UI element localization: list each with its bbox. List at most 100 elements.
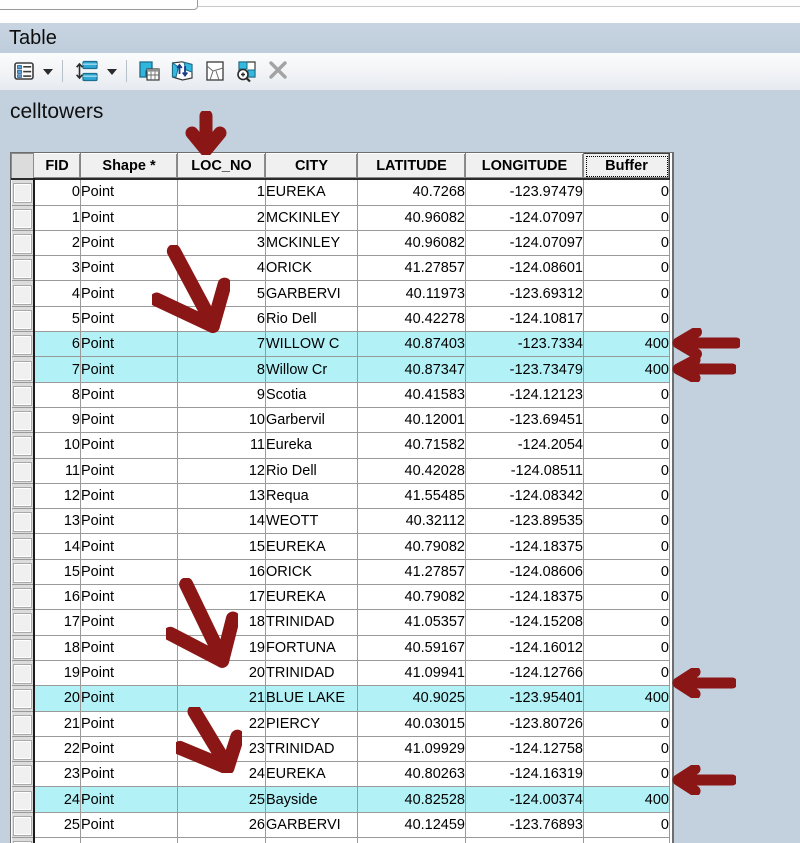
cell-longitude[interactable]: -124.16012 — [466, 635, 584, 660]
cell-city[interactable]: WILLOW C — [266, 332, 358, 357]
cell-fid[interactable]: 24 — [34, 787, 81, 812]
cell-latitude[interactable]: 41.27857 — [358, 256, 466, 281]
table-row[interactable]: 20Point21BLUE LAKE40.9025-123.95401400 — [12, 686, 670, 711]
table-row[interactable]: 22Point23TRINIDAD41.09929-124.127580 — [12, 736, 670, 761]
table-options-icon[interactable] — [12, 59, 36, 85]
table-row[interactable]: 13Point14WEOTT40.32112-123.895350 — [12, 509, 670, 534]
cell-fid[interactable]: 21 — [34, 711, 81, 736]
cell-loc-no[interactable]: 8 — [178, 357, 266, 382]
cell-buffer[interactable]: 0 — [584, 838, 670, 843]
cell-city[interactable]: MCKINLEY — [266, 205, 358, 230]
cell-buffer[interactable]: 0 — [584, 635, 670, 660]
cell-city[interactable]: Bayside — [266, 787, 358, 812]
cell-city[interactable]: Requa — [266, 483, 358, 508]
cell-latitude[interactable]: 40.32112 — [358, 509, 466, 534]
cell-buffer[interactable]: 0 — [584, 736, 670, 761]
cell-buffer[interactable]: 0 — [584, 812, 670, 837]
cell-fid[interactable]: 2 — [34, 230, 81, 255]
row-selector-button[interactable] — [12, 382, 34, 407]
table-row[interactable]: 4Point5GARBERVI40.11973-123.693120 — [12, 281, 670, 306]
cell-buffer[interactable]: 0 — [584, 433, 670, 458]
cell-fid[interactable]: 17 — [34, 610, 81, 635]
column-header-latitude[interactable]: LATITUDE — [358, 154, 466, 180]
cell-longitude[interactable]: -123.73479 — [466, 357, 584, 382]
cell-longitude[interactable]: -124.16319 — [466, 762, 584, 787]
cell-fid[interactable]: 16 — [34, 585, 81, 610]
row-selector-button[interactable] — [12, 686, 34, 711]
cell-longitude[interactable]: -124.12123 — [466, 382, 584, 407]
cell-loc-no[interactable]: 27 — [178, 838, 266, 843]
cell-fid[interactable]: 13 — [34, 509, 81, 534]
cell-latitude[interactable]: 41.05357 — [358, 610, 466, 635]
cell-shape[interactable]: Point — [81, 382, 178, 407]
cell-shape[interactable]: Point — [81, 357, 178, 382]
row-selector-button[interactable] — [12, 458, 34, 483]
table-row[interactable]: 17Point18TRINIDAD41.05357-124.152080 — [12, 610, 670, 635]
cell-city[interactable]: EUREKA — [266, 534, 358, 559]
cell-buffer[interactable]: 0 — [584, 281, 670, 306]
cell-latitude[interactable]: 40.79082 — [358, 534, 466, 559]
cell-shape[interactable]: Point — [81, 332, 178, 357]
cell-longitude[interactable]: -123.80726 — [466, 711, 584, 736]
cell-loc-no[interactable]: 1 — [178, 179, 266, 205]
cell-shape[interactable]: Point — [81, 559, 178, 584]
table-row[interactable]: 12Point13Requa41.55485-124.083420 — [12, 483, 670, 508]
cell-city[interactable]: EUREKA — [266, 179, 358, 205]
cell-longitude[interactable]: -124.12758 — [466, 736, 584, 761]
cell-loc-no[interactable]: 6 — [178, 306, 266, 331]
table-row[interactable]: 14Point15EUREKA40.79082-124.183750 — [12, 534, 670, 559]
cell-shape[interactable]: Point — [81, 407, 178, 432]
cell-fid[interactable]: 4 — [34, 281, 81, 306]
cell-buffer[interactable]: 0 — [584, 230, 670, 255]
cell-loc-no[interactable]: 23 — [178, 736, 266, 761]
cell-loc-no[interactable]: 7 — [178, 332, 266, 357]
cell-loc-no[interactable]: 13 — [178, 483, 266, 508]
table-row[interactable]: 16Point17EUREKA40.79082-124.183750 — [12, 585, 670, 610]
cell-fid[interactable]: 18 — [34, 635, 81, 660]
cell-latitude[interactable]: 40.87403 — [358, 332, 466, 357]
cell-latitude[interactable]: 40.59167 — [358, 635, 466, 660]
cell-shape[interactable]: Point — [81, 534, 178, 559]
select-all-corner[interactable] — [12, 154, 34, 180]
row-selector-button[interactable] — [12, 762, 34, 787]
delete-icon[interactable] — [267, 59, 289, 85]
cell-shape[interactable]: Point — [81, 762, 178, 787]
table-row[interactable]: 23Point24EUREKA40.80263-124.163190 — [12, 762, 670, 787]
cell-longitude[interactable]: -123.97479 — [466, 179, 584, 205]
row-selector-button[interactable] — [12, 787, 34, 812]
cell-shape[interactable]: Point — [81, 711, 178, 736]
cell-longitude[interactable]: -124.07097 — [466, 205, 584, 230]
cell-latitude[interactable]: 41.09941 — [358, 660, 466, 685]
cell-buffer[interactable]: 0 — [584, 610, 670, 635]
cell-loc-no[interactable]: 5 — [178, 281, 266, 306]
related-tables-dropdown-icon[interactable] — [107, 69, 117, 75]
cell-latitude[interactable]: 40.33305 — [358, 838, 466, 843]
column-header-shape[interactable]: Shape * — [81, 154, 178, 180]
cell-city[interactable]: Willow Cr — [266, 357, 358, 382]
cell-longitude[interactable]: -123.69451 — [466, 407, 584, 432]
cell-latitude[interactable]: 41.09929 — [358, 736, 466, 761]
cell-longitude[interactable]: -124.07097 — [466, 230, 584, 255]
cell-longitude[interactable]: -124.18375 — [466, 534, 584, 559]
cell-shape[interactable]: Point — [81, 736, 178, 761]
row-selector-button[interactable] — [12, 711, 34, 736]
cell-buffer[interactable]: 0 — [584, 205, 670, 230]
cell-city[interactable]: MCKINLEY — [266, 230, 358, 255]
cell-latitude[interactable]: 40.96082 — [358, 205, 466, 230]
cell-shape[interactable]: Point — [81, 256, 178, 281]
cell-fid[interactable]: 7 — [34, 357, 81, 382]
row-selector-button[interactable] — [12, 838, 34, 843]
cell-longitude[interactable]: -124.10817 — [466, 306, 584, 331]
cell-longitude[interactable]: -123.7334 — [466, 332, 584, 357]
cell-fid[interactable]: 15 — [34, 559, 81, 584]
cell-city[interactable]: GARBERVI — [266, 281, 358, 306]
cell-buffer[interactable]: 400 — [584, 787, 670, 812]
column-header-city[interactable]: CITY — [266, 154, 358, 180]
cell-shape[interactable]: Point — [81, 483, 178, 508]
cell-buffer[interactable]: 0 — [584, 509, 670, 534]
table-options-dropdown-icon[interactable] — [43, 69, 53, 75]
table-row[interactable]: 3Point4ORICK41.27857-124.086010 — [12, 256, 670, 281]
cell-latitude[interactable]: 40.42028 — [358, 458, 466, 483]
table-row[interactable]: 10Point11Eureka40.71582-124.20540 — [12, 433, 670, 458]
table-row[interactable]: 25Point26GARBERVI40.12459-123.768930 — [12, 812, 670, 837]
